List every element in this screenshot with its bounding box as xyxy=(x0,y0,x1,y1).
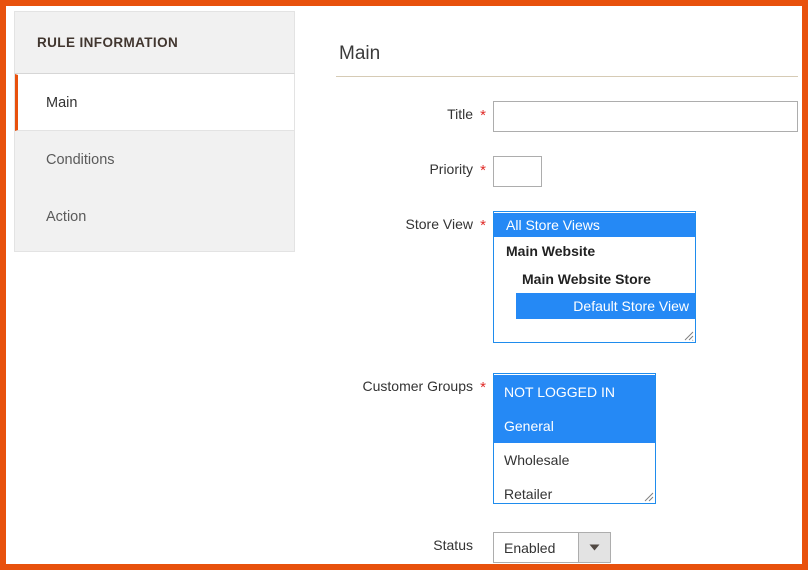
field-row-store-view: Store View * All Store Views Main Websit… xyxy=(336,211,798,343)
priority-input[interactable] xyxy=(493,156,542,187)
sidebar-header: RULE INFORMATION xyxy=(14,11,295,74)
customer-groups-label: Customer Groups xyxy=(336,373,473,394)
sidebar-item-conditions[interactable]: Conditions xyxy=(15,131,294,188)
required-asterisk: * xyxy=(473,211,493,234)
page-frame: RULE INFORMATION Main Conditions Action … xyxy=(0,0,808,570)
priority-label: Priority xyxy=(336,156,473,177)
customer-groups-option-not-logged-in[interactable]: NOT LOGGED IN xyxy=(494,375,655,409)
customer-groups-option-retailer[interactable]: Retailer xyxy=(494,477,655,504)
sidebar-tab-list: Main Conditions Action xyxy=(14,74,295,252)
store-view-label: Store View xyxy=(336,211,473,232)
customer-groups-control: NOT LOGGED IN General Wholesale Retailer xyxy=(493,373,798,504)
sidebar-item-main[interactable]: Main xyxy=(15,74,294,131)
page-title: Main xyxy=(336,11,798,77)
page-inner: RULE INFORMATION Main Conditions Action … xyxy=(6,6,802,564)
resize-grip-icon[interactable] xyxy=(682,329,694,341)
chevron-down-icon[interactable] xyxy=(578,533,610,562)
sidebar-item-label: Conditions xyxy=(46,152,115,168)
sidebar-item-label: Action xyxy=(46,209,86,225)
title-label: Title xyxy=(336,101,473,122)
sidebar-header-title: RULE INFORMATION xyxy=(37,35,178,50)
store-view-multiselect[interactable]: All Store Views Main Website Main Websit… xyxy=(493,211,696,343)
status-label: Status xyxy=(336,532,473,553)
store-view-option-all-store-views[interactable]: All Store Views xyxy=(494,213,695,237)
customer-groups-multiselect[interactable]: NOT LOGGED IN General Wholesale Retailer xyxy=(493,373,656,504)
required-asterisk: * xyxy=(473,101,493,124)
customer-groups-option-wholesale[interactable]: Wholesale xyxy=(494,443,655,477)
resize-grip-icon[interactable] xyxy=(642,490,654,502)
field-row-title: Title * xyxy=(336,101,798,132)
store-view-optgroup-main-website: Main Website xyxy=(494,237,695,265)
store-view-option-default-store-view[interactable]: Default Store View xyxy=(516,293,695,319)
field-row-priority: Priority * xyxy=(336,156,798,187)
title-control xyxy=(493,101,798,132)
field-row-status: Status Enabled xyxy=(336,532,798,563)
required-asterisk: * xyxy=(473,156,493,179)
field-row-customer-groups: Customer Groups * NOT LOGGED IN General … xyxy=(336,373,798,504)
main-content: Main Title * Priority * Store View xyxy=(336,11,798,563)
priority-control xyxy=(493,156,798,187)
customer-groups-option-general[interactable]: General xyxy=(494,409,655,443)
title-input[interactable] xyxy=(493,101,798,132)
rule-information-sidebar: RULE INFORMATION Main Conditions Action xyxy=(14,11,295,252)
required-asterisk: * xyxy=(473,373,493,396)
sidebar-item-label: Main xyxy=(46,95,77,111)
store-view-control: All Store Views Main Website Main Websit… xyxy=(493,211,798,343)
status-select[interactable]: Enabled xyxy=(493,532,611,563)
store-view-optgroup-main-website-store: Main Website Store xyxy=(494,265,695,293)
status-select-value: Enabled xyxy=(494,533,578,562)
status-control: Enabled xyxy=(493,532,798,563)
sidebar-item-action[interactable]: Action xyxy=(15,188,294,245)
